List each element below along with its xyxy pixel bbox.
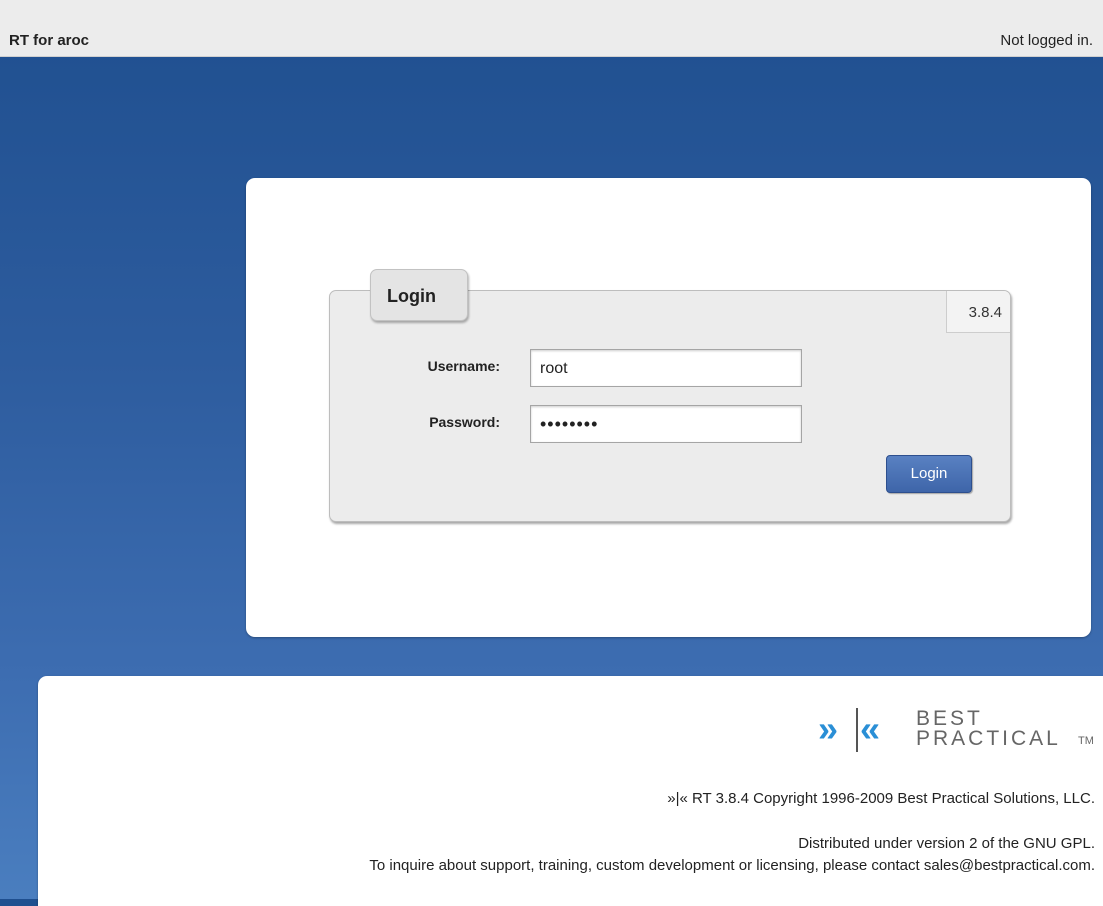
login-tab: Login <box>370 269 468 321</box>
login-status: Not logged in. <box>1000 32 1093 49</box>
username-input[interactable]: root <box>530 349 802 387</box>
header-bar: RT for aroc Not logged in. <box>0 0 1103 57</box>
logo-arrows-right-icon: » <box>818 708 839 749</box>
license-text: Distributed under version 2 of the GNU G… <box>798 835 1095 852</box>
username-value: root <box>540 360 568 377</box>
logo-text-practical: PRACTICAL <box>916 727 1061 750</box>
login-tab-label: Login <box>387 286 436 306</box>
logo-arrows-left-icon: « <box>860 708 881 749</box>
version-badge: 3.8.4 <box>946 291 1010 333</box>
version-text: 3.8.4 <box>968 304 1002 321</box>
password-value: •••••••• <box>540 414 599 434</box>
logo-divider <box>856 708 858 752</box>
contact-text: To inquire about support, training, cust… <box>369 857 1095 874</box>
password-label: Password: <box>429 414 500 430</box>
password-input[interactable]: •••••••• <box>530 405 802 443</box>
copyright-text: »|« RT 3.8.4 Copyright 1996-2009 Best Pr… <box>667 790 1095 807</box>
logo-trademark: TM <box>1078 735 1094 747</box>
username-label: Username: <box>427 358 500 374</box>
best-practical-logo: » « BEST PRACTICAL TM <box>818 705 1094 755</box>
app-title: RT for aroc <box>9 32 90 49</box>
login-button[interactable]: Login <box>886 455 972 493</box>
